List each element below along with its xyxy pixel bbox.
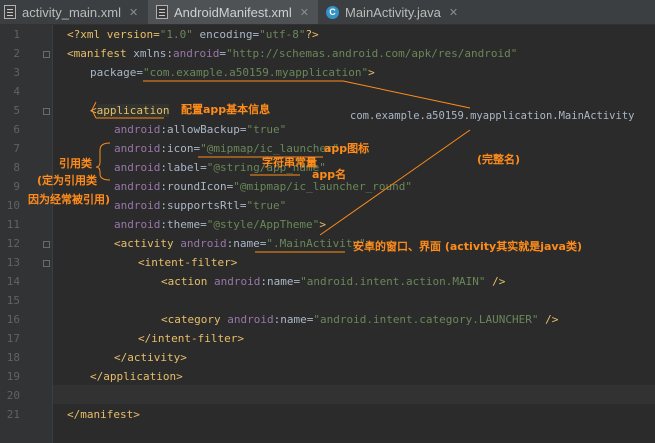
xml-file-icon [4,5,16,19]
tab-label: activity_main.xml [22,4,121,20]
editor-tab-bar: activity_main.xml ✕ AndroidManifest.xml … [0,0,655,25]
code-line-10: android:supportsRtl="true" [114,199,287,212]
annotation-full-name-label: (完整名) [477,153,521,166]
code-line-12: <activity android:name=".MainActivity"> [114,237,373,250]
tab-label: MainActivity.java [345,4,441,20]
code-line-17: </intent-filter> [138,332,244,345]
code-line-21: </manifest> [67,408,140,421]
annotation-reference-note-1: (定为引用类 [37,174,98,187]
code-line-16: <category android:name="android.intent.c… [161,313,559,326]
tab-activity-main-xml[interactable]: activity_main.xml ✕ [4,0,144,24]
annotation-reference-class: 引用类 [59,157,92,170]
line-number: 15 [6,294,20,307]
java-class-icon: C [326,5,339,19]
code-line-19: </application> [90,370,183,383]
annotation-app-config: 配置app基本信息 [181,103,271,116]
tab-android-manifest-xml[interactable]: AndroidManifest.xml ✕ [148,0,318,24]
close-icon[interactable]: ✕ [449,6,458,19]
xml-file-icon [156,5,168,19]
annotation-full-class-name: com.example.a50159.myapplication.MainAct… [350,110,635,122]
code-line-13: <intent-filter> [138,256,238,269]
code-line-9: android:roundIcon="@mipmap/ic_launcher_r… [114,180,413,193]
code-line-2: <manifest xmlns:android="http://schemas.… [67,47,518,60]
code-line-3: package="com.example.a50159.myapplicatio… [90,66,375,79]
code-line-14: <action android:name="android.intent.act… [161,275,506,288]
close-icon[interactable]: ✕ [129,6,138,19]
code-line-18: </activity> [114,351,187,364]
code-line-11: android:theme="@style/AppTheme"> [114,218,326,231]
annotation-reference-note-2: 因为经常被引用) [28,193,111,206]
code-line-5: <application [90,104,170,117]
annotation-string-constant: 字符串常量 [262,156,317,169]
close-icon[interactable]: ✕ [300,6,309,19]
tab-main-activity-java[interactable]: C MainActivity.java ✕ [326,0,466,24]
annotation-app-icon: app图标 [324,142,370,155]
annotation-app-name: app名 [312,168,347,181]
line-number: 20 [6,389,20,402]
code-line-1: <?xml version="1.0" encoding="utf-8"?> [67,28,319,41]
annotation-activity-description: 安卓的窗口、界面 (activity其实就是java类) [353,240,583,253]
line-number: 4 [13,85,20,98]
tab-label: AndroidManifest.xml [174,4,292,20]
code-line-6: android:allowBackup="true" [114,123,287,136]
